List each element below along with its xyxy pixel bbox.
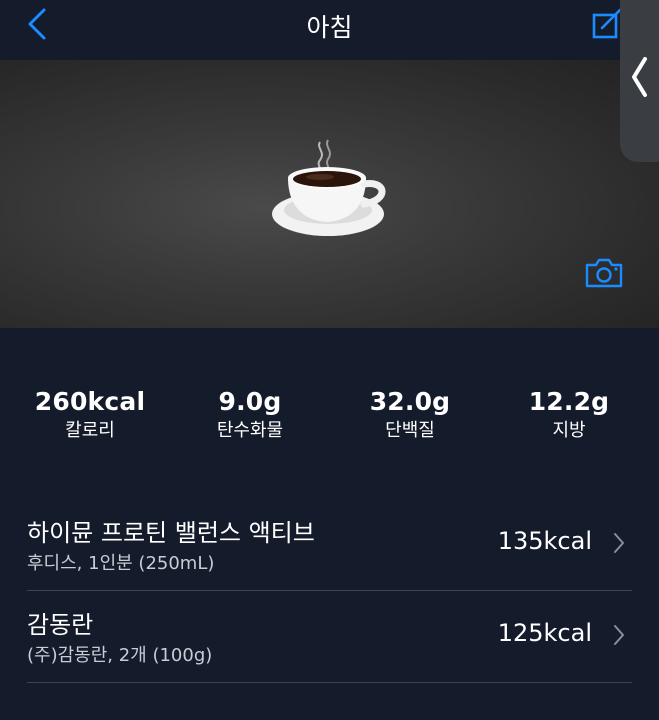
fat-value: 12.2g [528,387,610,416]
carbs-label: 탄수화물 [216,420,284,441]
edit-icon [592,8,622,39]
calories-label: 칼로리 [65,420,115,441]
food-item[interactable]: 하이뮨 프로틴 밸런스 액티브 후디스, 1인분 (250mL) 135kcal [27,499,632,591]
meal-photo [0,60,659,328]
camera-icon [585,258,623,288]
protein-stat: 32.0g 단백질 [330,385,490,443]
chevron-right-icon [614,533,624,553]
carbs-value: 9.0g [218,387,282,416]
food-detail: 후디스, 1인분 (250mL) [27,553,215,574]
edit-button[interactable] [590,6,622,42]
side-panel-handle[interactable] [620,0,659,162]
protein-label: 단백질 [385,420,435,441]
food-item[interactable]: 감동란 (주)감동란, 2개 (100g) 125kcal [27,591,632,683]
protein-value: 32.0g [369,387,451,416]
calories-value: 260kcal [34,387,146,416]
fat-label: 지방 [552,420,586,441]
header: 아침 [0,0,659,58]
chevron-left-icon [632,57,647,97]
food-name: 하이뮨 프로틴 밸런스 액티브 [27,519,315,547]
page-title: 아침 [306,13,353,42]
meal-detail-screen: 아침 260kcal 칼로리 9.0g 탄수화물 32.0g 단백질 12.2g… [0,0,659,720]
food-name: 감동란 [27,611,94,639]
food-kcal: 135kcal [497,527,592,555]
camera-button[interactable] [584,256,624,290]
fat-stat: 12.2g 지방 [489,385,649,443]
nutrition-summary: 260kcal 칼로리 9.0g 탄수화물 32.0g 단백질 12.2g 지방 [0,385,659,455]
chevron-right-icon [614,625,624,645]
food-detail: (주)감동란, 2개 (100g) [27,645,213,666]
calories-stat: 260kcal 칼로리 [10,385,170,443]
carbs-stat: 9.0g 탄수화물 [170,385,330,443]
coffee-cup-icon [272,139,386,236]
food-kcal: 125kcal [497,619,592,647]
